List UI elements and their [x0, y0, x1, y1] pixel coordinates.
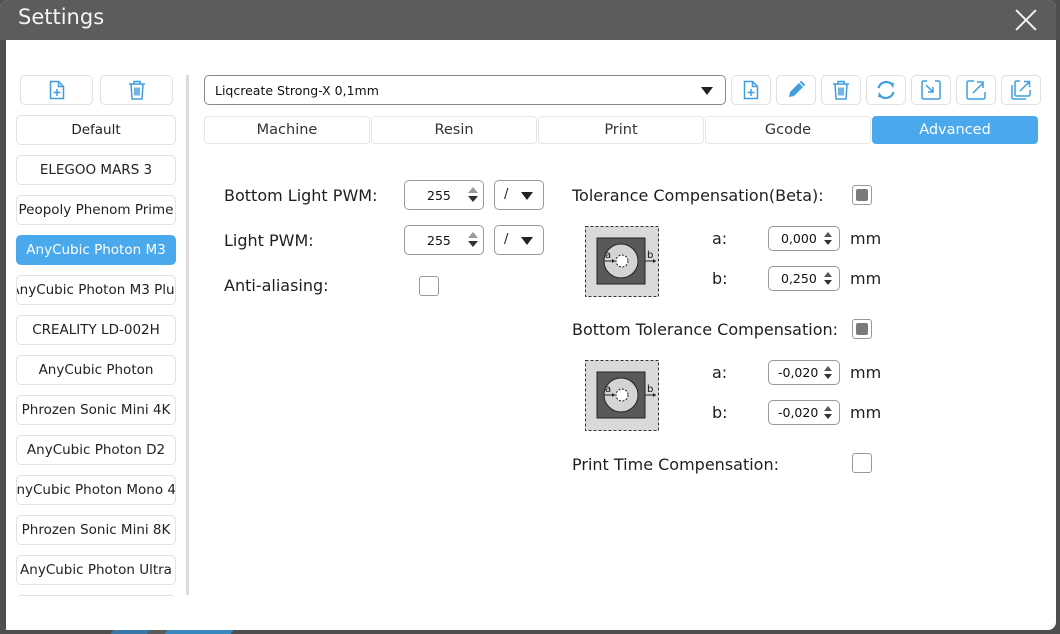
profile-dropdown-value: Liqcreate Strong-X 0,1mm [215, 83, 379, 98]
tolerance-a-input[interactable]: 0,000 [768, 226, 840, 251]
pencil-icon [789, 80, 806, 97]
profile-dropdown[interactable]: Liqcreate Strong-X 0,1mm [204, 75, 726, 105]
export-multiple-icon [1011, 80, 1031, 100]
profile-toolbar [731, 75, 1041, 105]
bottom-tolerance-b-label: b: [712, 403, 728, 422]
tab-advanced[interactable]: Advanced [872, 116, 1038, 144]
tab-gcode[interactable]: Gcode [705, 116, 871, 144]
bottom-tolerance-b-input[interactable]: -0,020 [768, 400, 840, 425]
settings-window: Settings Default ELEGOO MARS 3 Peopoly P… [0, 0, 1056, 630]
light-pwm-label: Light PWM: [224, 231, 314, 250]
spin-arrows-icon[interactable] [823, 406, 835, 422]
light-pwm-unit-dropdown[interactable]: / [494, 225, 544, 255]
new-profile-button[interactable] [731, 75, 771, 105]
machine-toolbar [20, 75, 173, 105]
import-icon [921, 80, 941, 100]
tab-print[interactable]: Print [538, 116, 704, 144]
bottom-light-pwm-input[interactable]: 255 [404, 180, 484, 210]
chevron-down-icon [521, 237, 533, 245]
tolerance-compensation-checkbox[interactable] [852, 185, 872, 205]
edit-profile-button[interactable] [776, 75, 816, 105]
chevron-down-icon [701, 87, 713, 95]
unit-value: / [504, 232, 509, 247]
file-plus-icon [743, 80, 759, 100]
bottom-tolerance-b-value: -0,020 [778, 405, 819, 420]
spin-arrows-icon[interactable] [823, 272, 835, 288]
add-machine-button[interactable] [20, 75, 93, 105]
svg-text:a: a [605, 250, 611, 261]
unit-value: / [504, 187, 509, 202]
bottom-light-pwm-label: Bottom Light PWM: [224, 186, 378, 205]
bottom-tolerance-diagram-icon: a b [585, 360, 659, 431]
chevron-down-icon [521, 192, 533, 200]
machine-list[interactable]: Default ELEGOO MARS 3 Peopoly Phenom Pri… [16, 115, 176, 597]
bottom-tolerance-a-unit: mm [850, 363, 882, 382]
machine-item[interactable]: AnyCubic Photon Mono 4K [16, 475, 176, 505]
spin-arrows-icon[interactable] [467, 232, 479, 250]
machine-item[interactable]: AnyCubic Photon Ultra [16, 555, 176, 585]
import-profile-button[interactable] [911, 75, 951, 105]
light-pwm-input[interactable]: 255 [404, 225, 484, 255]
tolerance-b-value: 0,250 [781, 271, 817, 286]
machine-list-scrollbar[interactable] [186, 75, 189, 595]
refresh-icon [877, 80, 895, 100]
settings-tabs: Machine Resin Print Gcode Advanced [204, 116, 1038, 144]
svg-text:b: b [647, 250, 653, 261]
bottom-tolerance-a-input[interactable]: -0,020 [768, 360, 840, 385]
window-title: Settings [18, 5, 105, 29]
trash-icon [833, 80, 849, 100]
svg-text:a: a [605, 384, 611, 395]
close-icon[interactable] [1014, 8, 1038, 32]
bottom-tolerance-compensation-label: Bottom Tolerance Compensation: [572, 320, 839, 339]
tolerance-b-label: b: [712, 269, 728, 288]
machine-item[interactable]: AnyCubic Photon D2 [16, 435, 176, 465]
bottom-tolerance-compensation-checkbox[interactable] [852, 319, 872, 339]
tolerance-a-label: a: [712, 229, 728, 248]
tolerance-b-unit: mm [850, 269, 882, 288]
spin-arrows-icon[interactable] [823, 232, 835, 248]
bottom-light-pwm-unit-dropdown[interactable]: / [494, 180, 544, 210]
export-profile-button[interactable] [956, 75, 996, 105]
print-time-compensation-label: Print Time Compensation: [572, 455, 779, 474]
spin-arrows-icon[interactable] [823, 366, 835, 382]
spin-arrows-icon[interactable] [467, 187, 479, 205]
print-time-compensation-checkbox[interactable] [852, 453, 872, 473]
bottom-tolerance-a-value: -0,020 [778, 365, 819, 380]
trash-icon [128, 80, 145, 100]
delete-profile-button[interactable] [821, 75, 861, 105]
export-icon [966, 80, 986, 100]
refresh-profile-button[interactable] [866, 75, 906, 105]
title-bar[interactable]: Settings [0, 0, 1056, 40]
machine-item[interactable]: Phrozen Sonic Mini 4K [16, 395, 176, 425]
anti-aliasing-label: Anti-aliasing: [224, 276, 329, 295]
machine-item[interactable]: Default [16, 115, 176, 145]
machine-item[interactable]: AnyCubic Photon M3 Plus [16, 275, 176, 305]
tolerance-a-unit: mm [850, 229, 882, 248]
file-plus-icon [49, 80, 64, 100]
machine-item[interactable]: CREALITY LD-002H [16, 315, 176, 345]
anti-aliasing-checkbox[interactable] [419, 276, 439, 296]
machine-item-selected[interactable]: AnyCubic Photon M3 [16, 235, 176, 265]
machine-item[interactable] [16, 595, 176, 597]
tab-resin[interactable]: Resin [371, 116, 537, 144]
machine-item[interactable]: AnyCubic Photon [16, 355, 176, 385]
delete-machine-button[interactable] [100, 75, 173, 105]
window-left-edge [0, 40, 6, 630]
tolerance-b-input[interactable]: 0,250 [768, 266, 840, 291]
svg-text:b: b [647, 384, 653, 395]
bottom-tolerance-b-unit: mm [850, 403, 882, 422]
bottom-light-pwm-value: 255 [427, 188, 451, 203]
machine-item[interactable]: Phrozen Sonic Mini 8K [16, 515, 176, 545]
machine-item[interactable]: Peopoly Phenom Prime [16, 195, 176, 225]
bottom-tolerance-a-label: a: [712, 363, 728, 382]
machine-item[interactable]: ELEGOO MARS 3 [16, 155, 176, 185]
tolerance-compensation-label: Tolerance Compensation(Beta): [572, 186, 824, 205]
tolerance-a-value: 0,000 [781, 231, 817, 246]
tolerance-diagram-icon: a b [585, 226, 659, 297]
light-pwm-value: 255 [427, 233, 451, 248]
export-all-profiles-button[interactable] [1001, 75, 1041, 105]
tab-machine[interactable]: Machine [204, 116, 370, 144]
